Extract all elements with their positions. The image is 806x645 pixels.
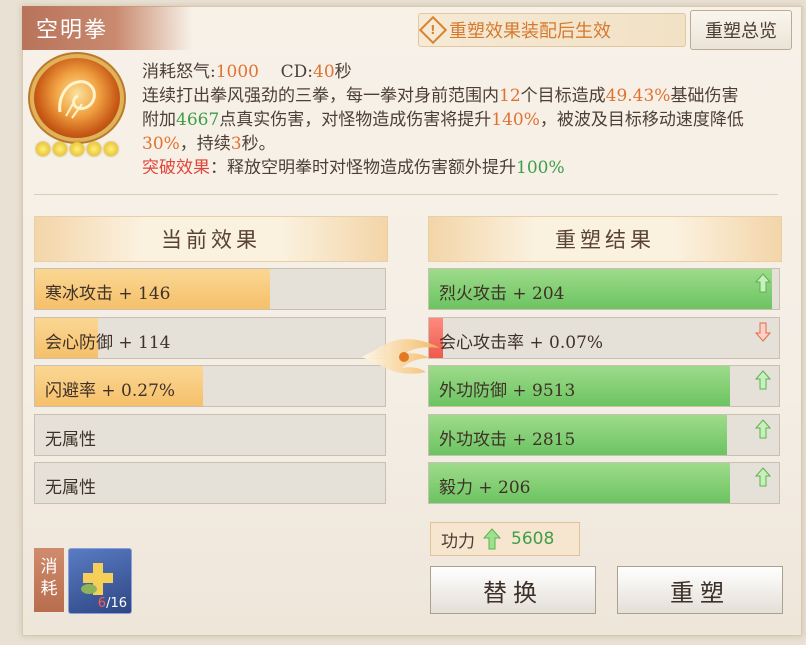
- skill-cost-line: 消耗怒气:1000 CD:40秒: [142, 60, 766, 84]
- rage-value: 1000: [215, 62, 259, 82]
- effect-row: 闪避率 + 0.27%: [34, 365, 386, 407]
- reforge-result-header: 重塑结果: [428, 216, 782, 262]
- effect-label: 无属性: [45, 478, 96, 498]
- break-effect-label: 突破效果: [142, 158, 210, 174]
- effect-label: 会心防御 + 114: [45, 332, 171, 353]
- consume-tag: 消耗: [34, 548, 64, 612]
- replace-button[interactable]: 替换: [430, 566, 596, 614]
- effect-row: 会心防御 + 114: [34, 316, 386, 359]
- star-icon: [36, 142, 50, 156]
- power-value: 5608: [511, 529, 555, 549]
- effect-label: 烈火攻击 + 204: [439, 284, 565, 304]
- skill-stars: [36, 142, 118, 156]
- effect-label: 毅力 + 206: [439, 478, 531, 498]
- reforge-button[interactable]: 重塑: [617, 566, 783, 614]
- up-arrow-icon: [755, 418, 771, 438]
- up-arrow-icon: [755, 370, 771, 390]
- cd-unit: 秒: [334, 62, 352, 82]
- effect-label: 闪避率 + 0.27%: [45, 381, 176, 401]
- star-icon: [70, 142, 84, 156]
- current-effect-header: 当前效果: [34, 216, 388, 262]
- notice-text: 重塑效果装配后生效: [449, 21, 611, 42]
- effect-row: 外功攻击 + 2815: [428, 413, 780, 456]
- effect-row: 外功防御 + 9513: [428, 365, 780, 407]
- star-icon: [53, 142, 67, 156]
- warning-icon: !: [418, 15, 448, 45]
- divider: [34, 194, 778, 195]
- effect-label: 无属性: [45, 429, 96, 450]
- cd-label: CD:: [280, 62, 313, 82]
- up-arrow-icon: [483, 528, 501, 550]
- cd-value: 40: [313, 62, 335, 82]
- up-arrow-icon: [755, 273, 771, 293]
- up-arrow-icon: [755, 467, 771, 487]
- effect-label: 寒冰攻击 + 146: [45, 284, 171, 304]
- star-icon: [104, 142, 118, 156]
- power-indicator: 功力 5608: [430, 522, 580, 556]
- effect-row: 烈火攻击 + 204: [428, 268, 780, 310]
- down-arrow-icon: [755, 322, 771, 342]
- reforge-overview-button[interactable]: 重塑总览: [690, 10, 792, 50]
- power-label: 功力: [441, 531, 475, 552]
- emblem-arrow-icon: [362, 339, 440, 374]
- star-icon: [87, 142, 101, 156]
- skill-fist-icon[interactable]: [34, 58, 120, 138]
- effect-row: 毅力 + 206: [428, 462, 780, 504]
- reforge-material-icon[interactable]: 6/16: [68, 548, 132, 614]
- effect-row: 无属性: [34, 413, 386, 456]
- effect-row: 会心攻击率 + 0.07%: [428, 316, 780, 359]
- effect-label: 会心攻击率 + 0.07%: [439, 332, 604, 353]
- effect-row: 寒冰攻击 + 146: [34, 268, 386, 310]
- material-count: 6/16: [97, 596, 127, 611]
- page-title: 空明拳: [36, 18, 109, 43]
- effect-row: 无属性: [34, 462, 386, 504]
- skill-description-box: 消耗怒气:1000 CD:40秒 连续打出拳风强劲的三拳，每一拳对身前范围内12…: [142, 60, 766, 174]
- notice-banner: ! 重塑效果装配后生效: [418, 13, 686, 47]
- effect-label: 外功攻击 + 2815: [439, 429, 576, 450]
- rage-label: 消耗怒气:: [142, 62, 216, 82]
- skill-description: 连续打出拳风强劲的三拳，每一拳对身前范围内12个目标造成49.43%基础伤害附加…: [142, 84, 752, 174]
- effect-label: 外功防御 + 9513: [439, 381, 576, 401]
